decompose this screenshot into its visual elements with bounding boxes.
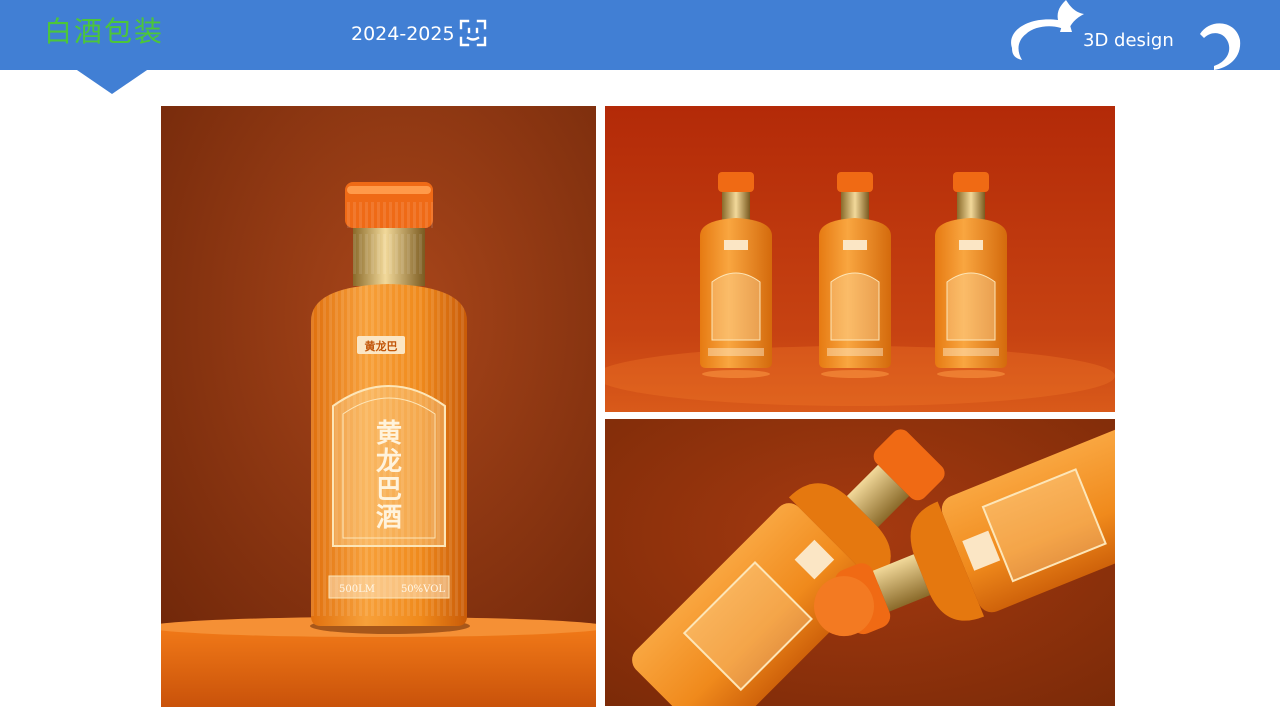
- face-scan-icon: [459, 19, 487, 47]
- tilted-bottles-photo: [605, 419, 1115, 706]
- bottle-brand-char1: 黄: [376, 419, 402, 449]
- bottle-brand-char2: 龙: [376, 447, 402, 477]
- three-bottles-photo: [605, 106, 1115, 412]
- header-notch: [74, 68, 150, 94]
- design-label: 3D design: [1083, 30, 1174, 51]
- page-title: 白酒包装: [44, 15, 165, 48]
- bottle-volume: 500LM: [339, 584, 375, 595]
- year-range: 2024-2025: [351, 23, 455, 45]
- bottle-abv: 50%VOL: [401, 584, 445, 595]
- bottle-brand-char4: 酒: [376, 503, 402, 533]
- hero-bottle-photo: 黄龙巴 黄 龙 巴 酒 500LM 50%VOL: [161, 106, 596, 707]
- bottle-brand-char3: 巴: [376, 475, 402, 505]
- bottle-small-brand: 黄龙巴: [365, 339, 398, 353]
